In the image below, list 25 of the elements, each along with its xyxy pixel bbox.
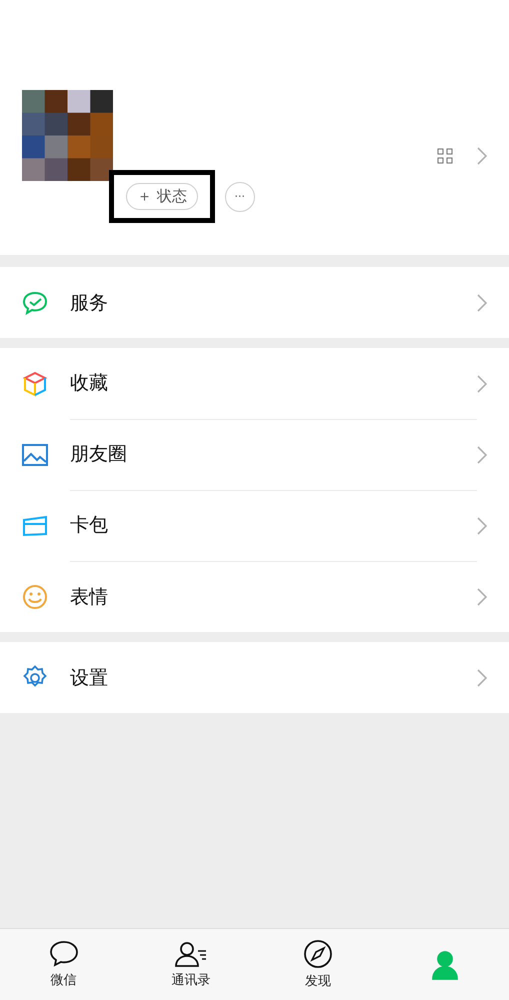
menu-item[interactable]: 收藏 bbox=[70, 348, 477, 420]
chevron-icon bbox=[477, 147, 487, 165]
menu-item[interactable]: 朋友圈 bbox=[70, 418, 477, 490]
menu-item[interactable]: 卡包 bbox=[70, 490, 477, 562]
more-button[interactable]: ··· bbox=[224, 182, 255, 212]
person-icon bbox=[431, 950, 460, 980]
cube-icon bbox=[22, 370, 48, 396]
compass-icon bbox=[303, 939, 334, 969]
tab[interactable]: 发现 bbox=[254, 929, 382, 1000]
tab[interactable]: 通讯录 bbox=[127, 929, 254, 1000]
status-button[interactable]: ＋ 状态 bbox=[126, 183, 198, 210]
chat-icon bbox=[48, 940, 79, 968]
smiley-icon bbox=[22, 584, 48, 610]
chevron-icon bbox=[477, 446, 487, 464]
contacts-icon bbox=[174, 940, 208, 968]
menu-item[interactable]: 表情 bbox=[70, 561, 477, 632]
image-icon bbox=[22, 444, 48, 466]
qr-code-icon[interactable] bbox=[437, 148, 453, 164]
chevron-icon bbox=[477, 294, 487, 312]
chevron-icon bbox=[477, 588, 487, 606]
chevron-icon bbox=[477, 668, 487, 686]
chevron-icon bbox=[477, 516, 487, 534]
chevron-icon bbox=[477, 374, 487, 392]
card-icon bbox=[22, 514, 48, 536]
tab[interactable]: 微信 bbox=[0, 929, 128, 1000]
